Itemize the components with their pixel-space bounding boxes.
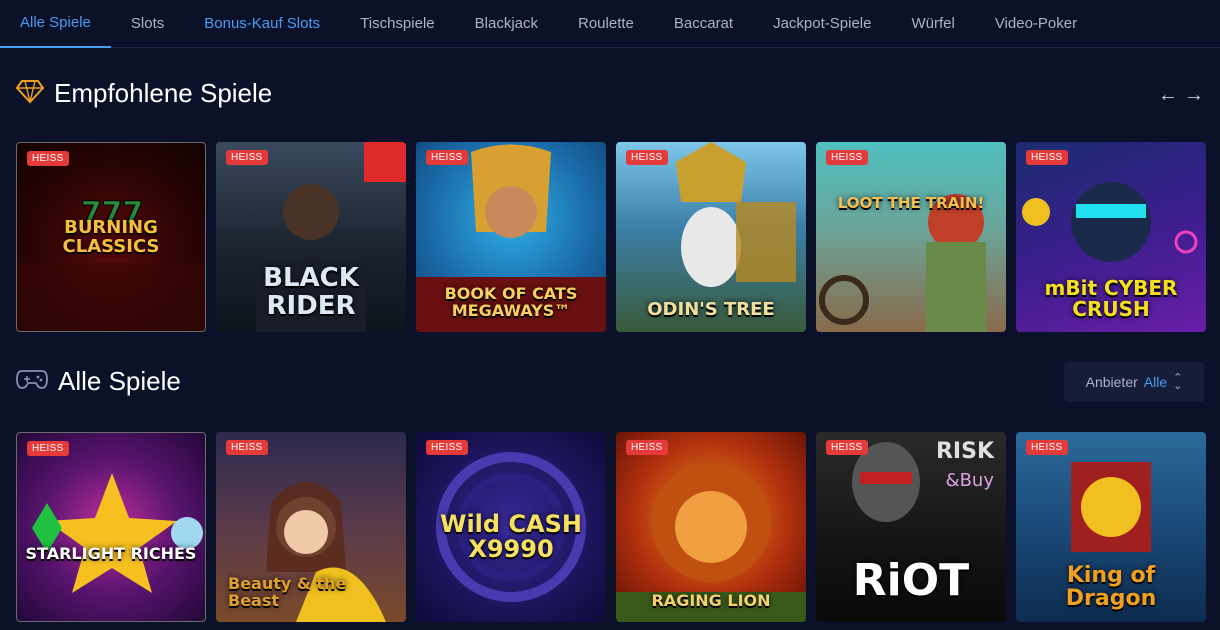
hot-badge: HEISS bbox=[826, 150, 868, 165]
arrow-right-icon[interactable]: → bbox=[1184, 84, 1204, 107]
hot-badge: HEISS bbox=[826, 440, 868, 455]
provider-filter[interactable]: Anbieter Alle ⌃ ⌄ bbox=[1064, 362, 1204, 402]
hot-badge: HEISS bbox=[626, 150, 668, 165]
hot-badge: HEISS bbox=[426, 150, 468, 165]
game-card-beauty-and-the-beast[interactable]: HEISS Beauty & the Beast bbox=[216, 432, 406, 622]
arrow-left-icon[interactable]: ← bbox=[1158, 84, 1178, 107]
hot-badge: HEISS bbox=[226, 150, 268, 165]
game-title: STARLIGHT RICHES bbox=[25, 544, 197, 564]
game-title: BOOK OF CATS MEGAWAYS™ bbox=[444, 284, 578, 321]
hot-badge: HEISS bbox=[27, 441, 69, 456]
game-title: King of Dragon bbox=[1065, 562, 1157, 611]
featured-title: Empfohlene Spiele bbox=[54, 78, 273, 108]
hot-badge: HEISS bbox=[226, 440, 268, 455]
featured-games-row: 777 HEISS BURNING CLASSICS HEISS BLACK R… bbox=[16, 142, 1206, 332]
game-card-king-of-dragon[interactable]: HEISS King of Dragon bbox=[1016, 432, 1206, 622]
game-title: RAGING LION bbox=[651, 591, 771, 611]
chevron-updown-icon: ⌃ ⌄ bbox=[1173, 372, 1183, 392]
game-card-riot[interactable]: RISK &Buy HEISS RiOT bbox=[816, 432, 1006, 622]
all-games-row: HEISS STARLIGHT RICHES HEISS Beauty & th… bbox=[16, 432, 1206, 622]
diamond-icon bbox=[15, 78, 45, 109]
tab-jackpot-spiele[interactable]: Jackpot-Spiele bbox=[753, 0, 891, 46]
hot-badge: HEISS bbox=[27, 151, 69, 166]
all-games-title: Alle Spiele bbox=[58, 366, 181, 396]
tab-bonus-kauf-slots[interactable]: Bonus-Kauf Slots bbox=[184, 0, 340, 46]
game-card-book-of-cats[interactable]: HEISS BOOK OF CATS MEGAWAYS™ bbox=[416, 142, 606, 332]
tab-blackjack[interactable]: Blackjack bbox=[455, 0, 558, 46]
game-card-starlight-riches[interactable]: HEISS STARLIGHT RICHES bbox=[16, 432, 206, 622]
game-card-odins-tree[interactable]: HEISS ODIN'S TREE bbox=[616, 142, 806, 332]
gamepad-icon bbox=[16, 367, 48, 396]
provider-label: Anbieter bbox=[1085, 374, 1138, 390]
svg-text:&Buy: &Buy bbox=[946, 470, 995, 491]
carousel-controls: ← → bbox=[1158, 84, 1204, 107]
game-card-mbit-cyber-crush[interactable]: HEISS mBit CYBER CRUSH bbox=[1016, 142, 1206, 332]
hot-badge: HEISS bbox=[426, 440, 468, 455]
tab-baccarat[interactable]: Baccarat bbox=[654, 0, 753, 46]
hot-badge: HEISS bbox=[1026, 150, 1068, 165]
all-games-header: Alle Spiele bbox=[16, 366, 181, 397]
game-card-loot-the-train[interactable]: HEISS LOOT THE TRAIN! bbox=[816, 142, 1006, 332]
game-title: BLACK RIDER bbox=[263, 263, 359, 321]
game-card-black-rider[interactable]: HEISS BLACK RIDER bbox=[216, 142, 406, 332]
game-title: Wild CASH X9990 bbox=[439, 509, 583, 563]
game-title: RiOT bbox=[852, 554, 970, 606]
featured-header: Empfohlene Spiele bbox=[15, 78, 273, 109]
game-art bbox=[32, 473, 203, 593]
game-title: ODIN'S TREE bbox=[647, 299, 775, 321]
game-title: mBit CYBER CRUSH bbox=[1044, 276, 1178, 321]
tab-tischspiele[interactable]: Tischspiele bbox=[340, 0, 454, 46]
tab-wuerfel[interactable]: Würfel bbox=[891, 0, 974, 46]
game-title: LOOT THE TRAIN! bbox=[837, 194, 985, 213]
game-card-wild-cash[interactable]: HEISS Wild CASH X9990 bbox=[416, 432, 606, 622]
tab-slots[interactable]: Slots bbox=[111, 0, 184, 46]
game-title: Beauty & the Beast bbox=[228, 574, 347, 611]
tab-roulette[interactable]: Roulette bbox=[558, 0, 654, 46]
hot-badge: HEISS bbox=[1026, 440, 1068, 455]
game-card-burning-classics[interactable]: 777 HEISS BURNING CLASSICS bbox=[16, 142, 206, 332]
svg-text:RISK: RISK bbox=[936, 439, 995, 464]
game-title: BURNING CLASSICS bbox=[62, 217, 160, 258]
tab-video-poker[interactable]: Video-Poker bbox=[975, 0, 1097, 46]
game-card-raging-lion[interactable]: HEISS RAGING LION bbox=[616, 432, 806, 622]
hot-badge: HEISS bbox=[626, 440, 668, 455]
provider-value: Alle bbox=[1143, 374, 1168, 390]
game-art bbox=[819, 194, 986, 332]
tab-alle-spiele[interactable]: Alle Spiele bbox=[0, 0, 111, 48]
category-tabs: Alle Spiele Slots Bonus-Kauf Slots Tisch… bbox=[0, 0, 1220, 48]
